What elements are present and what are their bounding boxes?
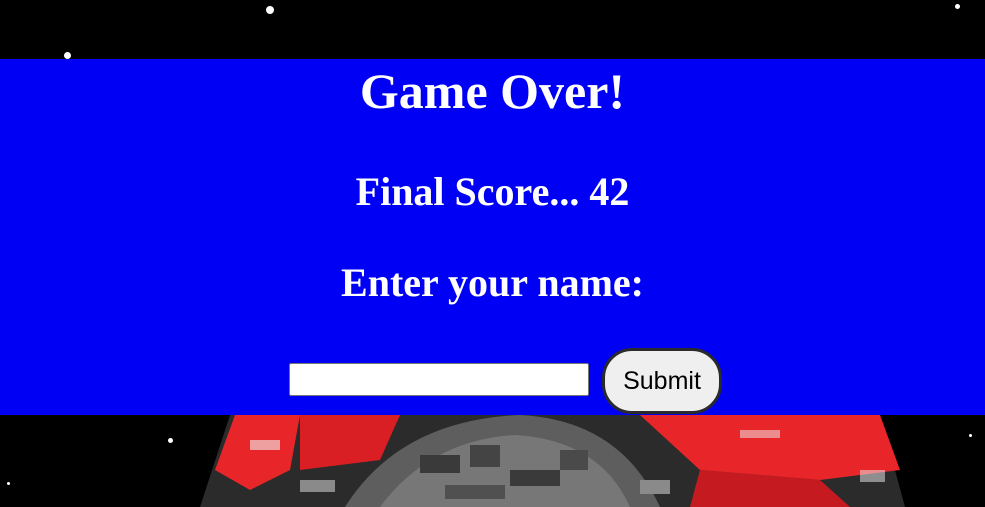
- final-score-text: Final Score... 42: [355, 169, 630, 214]
- submit-button[interactable]: Submit: [602, 348, 722, 414]
- name-prompt-label: Enter your name:: [341, 260, 644, 305]
- game-over-panel: Game Over! Final Score... 42 Enter your …: [0, 59, 985, 415]
- game-stage: Game Over! Final Score... 42 Enter your …: [0, 0, 985, 507]
- name-input[interactable]: [289, 363, 589, 396]
- name-entry-form: Submit: [0, 348, 985, 414]
- game-over-title: Game Over!: [359, 63, 626, 119]
